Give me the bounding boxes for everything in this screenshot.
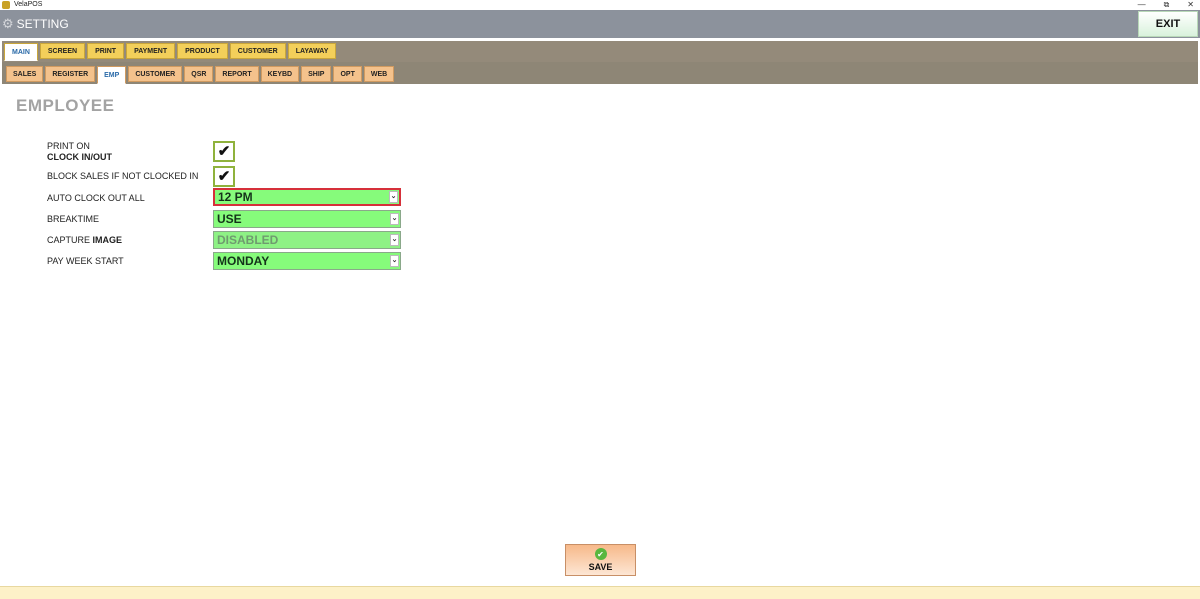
page-title: EMPLOYEE	[16, 96, 115, 115]
sub-tabs: SALES REGISTER EMP CUSTOMER QSR REPORT KEYBD SH…	[0, 62, 1200, 85]
breaktime-value: USE	[217, 212, 242, 226]
chevron-down-icon[interactable]: ⌄	[390, 213, 399, 225]
subtab-keybd[interactable]: KEYBD	[260, 66, 300, 82]
setting-heading: ⚙ SETTING	[2, 10, 69, 38]
subtab-web[interactable]: WEB	[363, 66, 395, 82]
restore-icon[interactable]: ⧉	[1164, 0, 1170, 10]
exit-button[interactable]: EXIT	[1138, 11, 1198, 37]
app-icon	[2, 1, 10, 9]
print-clock-checkbox[interactable]: ✔	[213, 141, 235, 162]
subtab-sales[interactable]: SALES	[6, 66, 44, 82]
checkmark-icon: ✔	[217, 143, 231, 160]
tab-payment[interactable]: PAYMENT	[126, 43, 176, 59]
subtab-opt[interactable]: OPT	[333, 66, 362, 82]
chevron-down-icon[interactable]: ⌄	[390, 234, 399, 246]
subtab-ship[interactable]: SHIP	[301, 66, 332, 82]
capture-image-label-pre: CAPTURE	[47, 235, 93, 245]
window-title: VelaPOS	[14, 1, 43, 8]
pay-week-start-label: PAY WEEK START	[47, 256, 124, 266]
auto-clock-out-label: AUTO CLOCK OUT ALL	[47, 193, 145, 203]
capture-image-select[interactable]: DISABLED ⌄	[213, 231, 401, 249]
tab-print[interactable]: PRINT	[87, 43, 125, 59]
save-check-icon: ✔	[594, 548, 607, 560]
minimize-icon[interactable]: —	[1138, 0, 1146, 10]
main-tabs-row: MAIN SCREEN PRINT PAYMENT PRODUCT CUSTOMER LAY…	[4, 43, 338, 61]
subtab-report[interactable]: REPORT	[215, 66, 259, 82]
save-button[interactable]: ✔ SAVE	[565, 544, 636, 576]
subtab-customer[interactable]: CUSTOMER	[128, 66, 183, 82]
save-label: SAVE	[588, 562, 613, 572]
print-clock-label-line2: CLOCK IN/OUT	[47, 152, 112, 162]
pay-week-start-select[interactable]: MONDAY ⌄	[213, 252, 401, 270]
breaktime-select[interactable]: USE ⌄	[213, 210, 401, 228]
capture-image-value: DISABLED	[217, 233, 279, 247]
close-icon[interactable]: ✕	[1187, 0, 1194, 10]
subtab-emp[interactable]: EMP	[97, 66, 127, 84]
chevron-down-icon[interactable]: ⌄	[390, 255, 399, 267]
tab-product[interactable]: PRODUCT	[177, 43, 228, 59]
subtab-register[interactable]: REGISTER	[45, 66, 96, 82]
block-sales-label: BLOCK SALES IF NOT CLOCKED IN	[47, 171, 199, 181]
gear-icon: ⚙	[2, 16, 14, 31]
window-titlebar: VelaPOS — ⧉ ✕	[0, 0, 1200, 10]
chevron-down-icon[interactable]: ⌄	[389, 191, 398, 203]
window-controls: — ⧉ ✕	[1138, 0, 1194, 10]
main-tabs: MAIN SCREEN PRINT PAYMENT PRODUCT CUSTOMER LAY…	[0, 38, 1200, 62]
subtab-qsr[interactable]: QSR	[184, 66, 214, 82]
header-bar: ⚙ SETTING EXIT	[0, 10, 1200, 38]
pay-week-start-value: MONDAY	[217, 254, 270, 268]
print-clock-label: PRINT ON CLOCK IN/OUT	[47, 141, 112, 163]
breaktime-label: BREAKTIME	[47, 214, 100, 224]
capture-image-label: CAPTURE IMAGE	[47, 235, 122, 246]
auto-clock-out-select[interactable]: 12 PM ⌄	[213, 188, 401, 206]
checkmark-icon: ✔	[217, 168, 231, 185]
tab-main[interactable]: MAIN	[4, 43, 38, 61]
tab-screen[interactable]: SCREEN	[39, 43, 86, 59]
footer-bar	[0, 586, 1200, 599]
tab-layaway[interactable]: LAYAWAY	[287, 43, 337, 59]
capture-image-label-bold: IMAGE	[92, 235, 123, 245]
sub-tabs-row: SALES REGISTER EMP CUSTOMER QSR REPORT KEYBD SH…	[6, 66, 396, 84]
page-header-title: SETTING	[16, 17, 69, 31]
print-clock-label-line1: PRINT ON	[47, 141, 90, 151]
tab-customer[interactable]: CUSTOMER	[229, 43, 286, 59]
auto-clock-out-value: 12 PM	[218, 190, 253, 204]
block-sales-checkbox[interactable]: ✔	[213, 166, 235, 187]
